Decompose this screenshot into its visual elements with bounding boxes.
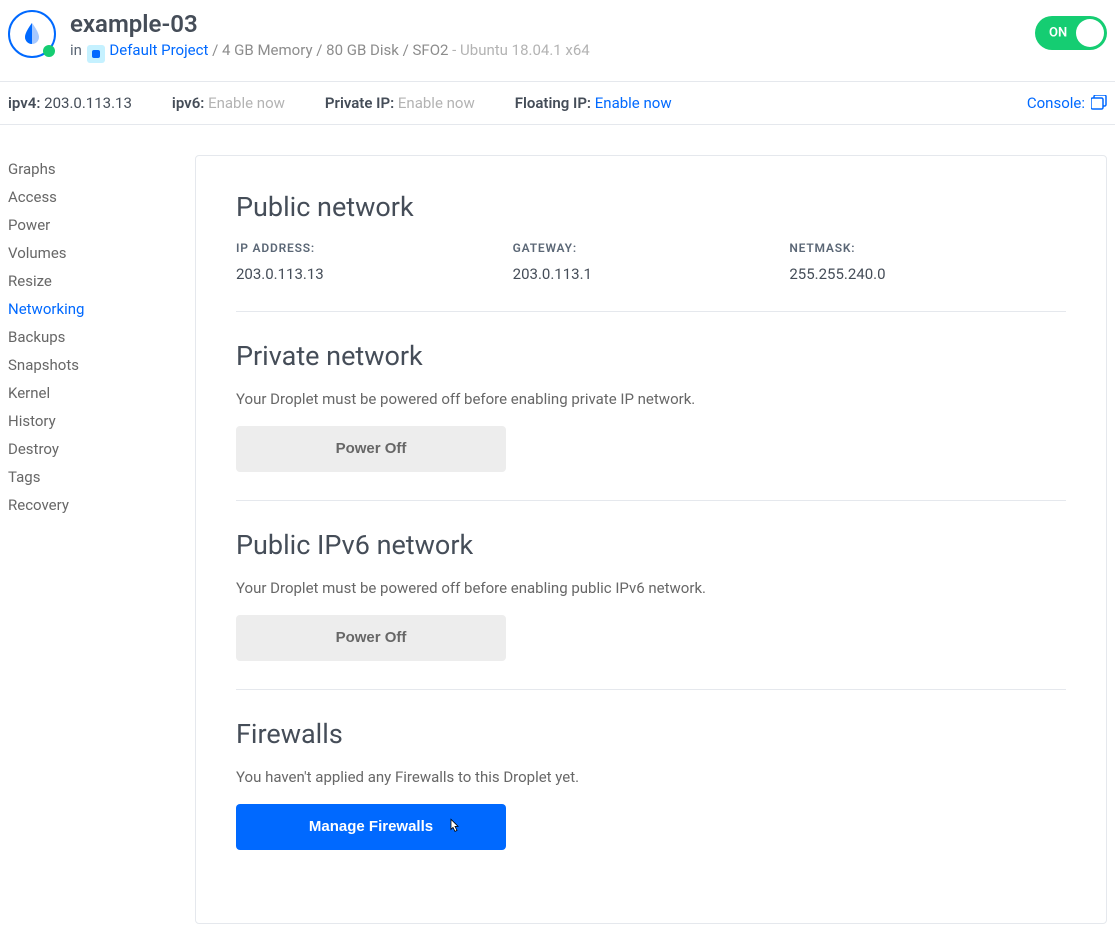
sidebar-item-backups[interactable]: Backups [8, 323, 195, 351]
cursor-pointer-icon [448, 817, 464, 841]
info-bar-left: ipv4: 203.0.113.13 ipv6: Enable now Priv… [8, 94, 672, 112]
private-ip-enable-link[interactable]: Enable now [398, 94, 475, 112]
sidebar-item-destroy[interactable]: Destroy [8, 435, 195, 463]
toggle-label: ON [1049, 26, 1067, 41]
ipv6-network-desc: Your Droplet must be powered off before … [236, 579, 1066, 597]
gateway-label: GATEWAY: [513, 241, 790, 255]
section-heading-ipv6: Public IPv6 network [236, 529, 1066, 561]
sidebar-item-kernel[interactable]: Kernel [8, 379, 195, 407]
netmask-value: 255.255.240.0 [789, 265, 1066, 283]
power-off-ipv6-button[interactable]: Power Off [236, 615, 506, 661]
gateway-col: GATEWAY: 203.0.113.1 [513, 241, 790, 283]
sidebar-item-volumes[interactable]: Volumes [8, 239, 195, 267]
ip-address-col: IP ADDRESS: 203.0.113.13 [236, 241, 513, 283]
console-label: Console: [1027, 94, 1085, 112]
os-sep: - [448, 41, 460, 59]
power-off-private-button[interactable]: Power Off [236, 426, 506, 472]
ip-address-label: IP ADDRESS: [236, 241, 513, 255]
toggle-knob-icon [1076, 19, 1104, 47]
water-drop-icon [23, 23, 41, 45]
page-header: example-03 in Default Project / 4 GB Mem… [0, 0, 1115, 81]
private-network-desc: Your Droplet must be powered off before … [236, 390, 1066, 408]
status-dot-icon [43, 45, 55, 57]
droplet-title: example-03 [70, 10, 590, 39]
project-link[interactable]: Default Project [109, 41, 208, 59]
floating-ip-item: Floating IP: Enable now [515, 94, 672, 112]
section-heading-private: Private network [236, 340, 1066, 372]
in-label: in [70, 41, 82, 59]
header-subtitle: in Default Project / 4 GB Memory / 80 GB… [70, 41, 590, 63]
sidebar-item-history[interactable]: History [8, 407, 195, 435]
sidebar-item-resize[interactable]: Resize [8, 267, 195, 295]
netmask-col: NETMASK: 255.255.240.0 [789, 241, 1066, 283]
ipv4-item: ipv4: 203.0.113.13 [8, 94, 132, 112]
header-left: example-03 in Default Project / 4 GB Mem… [8, 10, 590, 63]
sidebar-item-networking[interactable]: Networking [8, 295, 195, 323]
project-icon [87, 45, 105, 63]
firewalls-section: Firewalls You haven't applied any Firewa… [236, 718, 1066, 878]
content-panel: Public network IP ADDRESS: 203.0.113.13 … [195, 155, 1107, 924]
private-ip-label: Private IP: [325, 94, 394, 112]
info-bar: ipv4: 203.0.113.13 ipv6: Enable now Priv… [0, 81, 1115, 125]
droplet-os: Ubuntu 18.04.1 x64 [460, 41, 590, 59]
sidebar-item-access[interactable]: Access [8, 183, 195, 211]
public-network-section: Public network IP ADDRESS: 203.0.113.13 … [236, 191, 1066, 312]
floating-ip-label: Floating IP: [515, 94, 591, 112]
manage-firewalls-label: Manage Firewalls [309, 818, 433, 835]
ip-address-value: 203.0.113.13 [236, 265, 513, 283]
ipv6-item: ipv6: Enable now [172, 94, 285, 112]
ipv6-label: ipv6: [172, 94, 204, 112]
private-ip-item: Private IP: Enable now [325, 94, 475, 112]
gateway-value: 203.0.113.1 [513, 265, 790, 283]
ipv4-label: ipv4: [8, 94, 40, 112]
netmask-label: NETMASK: [789, 241, 1066, 255]
spec-sep: / [208, 41, 222, 59]
section-heading-firewalls: Firewalls [236, 718, 1066, 750]
sidebar-item-graphs[interactable]: Graphs [8, 155, 195, 183]
private-network-section: Private network Your Droplet must be pow… [236, 340, 1066, 501]
sidebar-item-snapshots[interactable]: Snapshots [8, 351, 195, 379]
sidebar-item-power[interactable]: Power [8, 211, 195, 239]
sidebar: GraphsAccessPowerVolumesResizeNetworking… [0, 155, 195, 924]
console-icon [1091, 95, 1107, 110]
ipv4-value: 203.0.113.13 [44, 94, 132, 112]
sidebar-item-tags[interactable]: Tags [8, 463, 195, 491]
header-info: example-03 in Default Project / 4 GB Mem… [70, 10, 590, 63]
ipv6-network-section: Public IPv6 network Your Droplet must be… [236, 529, 1066, 690]
main-layout: GraphsAccessPowerVolumesResizeNetworking… [0, 125, 1115, 924]
firewalls-desc: You haven't applied any Firewalls to thi… [236, 768, 1066, 786]
ipv6-enable-link[interactable]: Enable now [208, 94, 285, 112]
public-network-columns: IP ADDRESS: 203.0.113.13 GATEWAY: 203.0.… [236, 241, 1066, 283]
console-link[interactable]: Console: [1027, 94, 1107, 112]
manage-firewalls-button[interactable]: Manage Firewalls [236, 804, 506, 850]
section-heading-public: Public network [236, 191, 1066, 223]
sidebar-item-recovery[interactable]: Recovery [8, 491, 195, 519]
droplet-icon-wrap [8, 10, 56, 58]
droplet-specs: 4 GB Memory / 80 GB Disk / SFO2 [222, 41, 448, 59]
power-toggle[interactable]: ON [1035, 16, 1107, 50]
floating-ip-enable-link[interactable]: Enable now [595, 94, 672, 112]
